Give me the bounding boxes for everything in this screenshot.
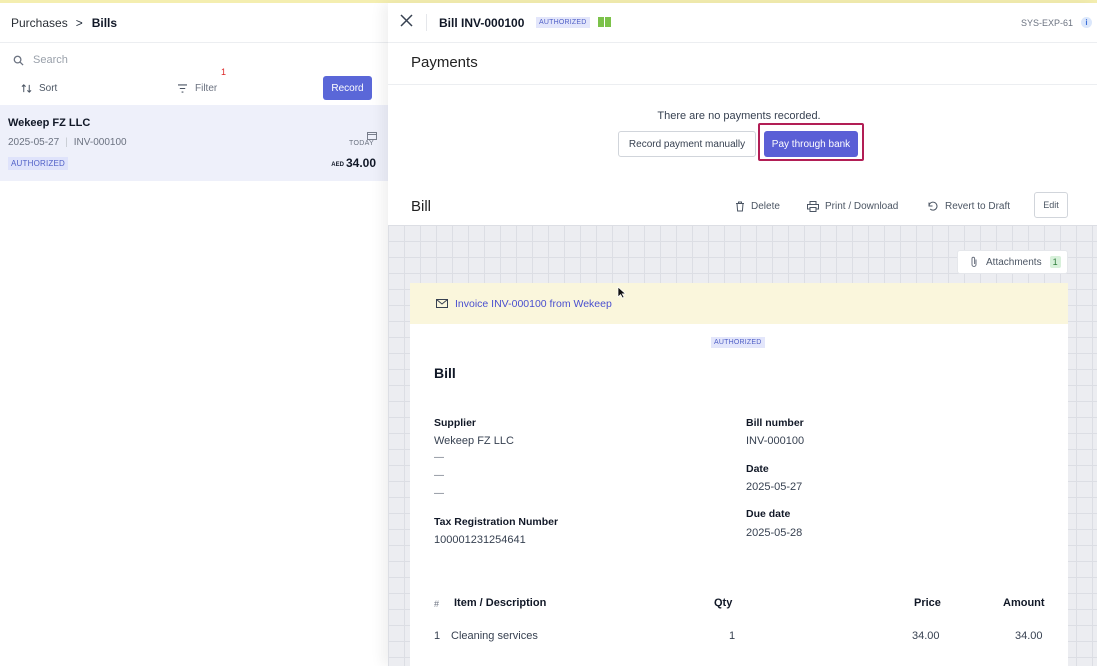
record-button[interactable]: Record bbox=[323, 76, 372, 100]
revert-icon bbox=[928, 201, 938, 211]
breadcrumb-bills: Bills bbox=[91, 15, 118, 30]
trn-value: 100001231254641 bbox=[434, 534, 526, 546]
invoice-link[interactable]: Invoice INV-000100 from Wekeep bbox=[455, 298, 612, 310]
date-label: Date bbox=[746, 463, 769, 475]
attachments-label: Attachments bbox=[986, 256, 1042, 268]
list-item-number: INV-000100 bbox=[73, 137, 127, 148]
filter-label: Filter bbox=[195, 83, 218, 94]
attachments-count: 1 bbox=[1049, 256, 1061, 268]
due-date-label: Due date bbox=[746, 508, 791, 520]
due-date-value: 2025-05-28 bbox=[746, 527, 803, 539]
bill-action-bar: Bill Delete Print / Download Revert to D… bbox=[388, 185, 1097, 225]
meta-separator: | bbox=[65, 137, 68, 148]
table-header-qty: Qty bbox=[714, 597, 733, 609]
trash-icon bbox=[736, 201, 744, 212]
sort-button[interactable]: Sort bbox=[21, 83, 57, 94]
table-header-item: Item / Description bbox=[454, 597, 547, 609]
list-item-date: 2025-05-27 bbox=[8, 137, 60, 148]
bill-number-label: Bill number bbox=[746, 417, 804, 429]
table-header-index: # bbox=[434, 599, 440, 609]
row-qty: 1 bbox=[729, 630, 736, 642]
edit-button[interactable]: Edit bbox=[1034, 192, 1068, 218]
supplier-name: Wekeep FZ LLC bbox=[434, 435, 514, 447]
supplier-line: — bbox=[434, 488, 444, 499]
print-label: Print / Download bbox=[825, 201, 899, 212]
list-item-meta: 2025-05-27 | INV-000100 bbox=[8, 137, 127, 148]
filter-count-badge: 1 bbox=[221, 67, 227, 77]
chevron-right-icon: > bbox=[75, 15, 83, 30]
status-badge: AUTHORIZED bbox=[711, 337, 765, 348]
breadcrumb: Purchases > Bills bbox=[0, 3, 388, 43]
divider bbox=[388, 84, 1097, 85]
invoice-banner[interactable]: Invoice INV-000100 from Wekeep bbox=[410, 283, 1068, 324]
list-item-amount: AED 34.00 bbox=[331, 156, 376, 170]
header-divider bbox=[426, 14, 427, 31]
list-item[interactable]: Wekeep FZ LLC 2025-05-27 | INV-000100 TO… bbox=[0, 105, 388, 181]
trn-label: Tax Registration Number bbox=[434, 516, 559, 528]
mail-icon bbox=[436, 299, 448, 308]
delete-label: Delete bbox=[751, 201, 780, 212]
book-icon bbox=[598, 17, 612, 27]
system-id: SYS-EXP-61 bbox=[1020, 18, 1073, 28]
currency-code: AED bbox=[331, 162, 344, 168]
sort-label: Sort bbox=[39, 83, 58, 94]
status-badge: AUTHORIZED bbox=[8, 157, 68, 170]
list-item-supplier: Wekeep FZ LLC bbox=[8, 117, 91, 129]
bill-document: Invoice INV-000100 from Wekeep AUTHORIZE… bbox=[410, 283, 1068, 666]
revert-to-draft-button[interactable]: Revert to Draft bbox=[927, 201, 1010, 212]
row-item: Cleaning services bbox=[451, 630, 538, 642]
attachments-button[interactable]: Attachments 1 bbox=[957, 250, 1068, 274]
amount-value: 34.00 bbox=[345, 156, 376, 170]
bills-list-pane: Purchases > Bills Search Sort Filter 1 R… bbox=[0, 3, 388, 666]
table-header-amount: Amount bbox=[1003, 597, 1045, 609]
search-field[interactable]: Search bbox=[13, 54, 68, 66]
bill-detail-pane: Bill INV-000100 AUTHORIZED SYS-EXP-61 i … bbox=[388, 3, 1097, 666]
supplier-label: Supplier bbox=[434, 417, 477, 429]
empty-payments-text: There are no payments recorded. bbox=[657, 110, 821, 122]
filter-icon bbox=[178, 84, 187, 93]
row-price: 34.00 bbox=[912, 630, 940, 642]
filter-button[interactable]: Filter bbox=[177, 83, 217, 94]
sort-icon bbox=[21, 84, 32, 93]
info-icon[interactable]: i bbox=[1081, 17, 1092, 28]
due-today-label: TODAY bbox=[349, 140, 374, 147]
mouse-cursor-icon bbox=[617, 286, 626, 299]
printer-icon bbox=[807, 201, 819, 212]
paperclip-icon bbox=[971, 256, 977, 267]
supplier-line: — bbox=[434, 470, 444, 481]
print-download-button[interactable]: Print / Download bbox=[807, 201, 898, 212]
document-canvas: Attachments 1 Invoice INV-000100 from We… bbox=[388, 225, 1097, 666]
page-title: Bill INV-000100 bbox=[439, 16, 525, 30]
date-value: 2025-05-27 bbox=[746, 481, 803, 493]
table-header-price: Price bbox=[914, 597, 941, 609]
pay-through-bank-button[interactable]: Pay through bank bbox=[764, 131, 858, 157]
bill-heading: Bill bbox=[411, 198, 432, 215]
bill-number-value: INV-000100 bbox=[746, 435, 805, 447]
payments-heading: Payments bbox=[411, 54, 478, 71]
row-index: 1 bbox=[434, 630, 441, 642]
supplier-line: — bbox=[434, 452, 444, 463]
list-toolbar: Sort Filter 1 Record bbox=[0, 67, 388, 105]
revert-label: Revert to Draft bbox=[945, 201, 1011, 212]
row-amount: 34.00 bbox=[1015, 630, 1043, 642]
status-badge: AUTHORIZED bbox=[536, 17, 590, 28]
search-icon bbox=[13, 55, 24, 66]
record-payment-manually-button[interactable]: Record payment manually bbox=[618, 131, 756, 157]
search-placeholder: Search bbox=[33, 54, 68, 66]
detail-header: Bill INV-000100 AUTHORIZED SYS-EXP-61 i bbox=[388, 3, 1097, 43]
document-title: Bill bbox=[434, 365, 456, 381]
breadcrumb-purchases[interactable]: Purchases bbox=[11, 16, 68, 30]
delete-button[interactable]: Delete bbox=[735, 201, 780, 212]
close-icon[interactable] bbox=[400, 14, 413, 32]
